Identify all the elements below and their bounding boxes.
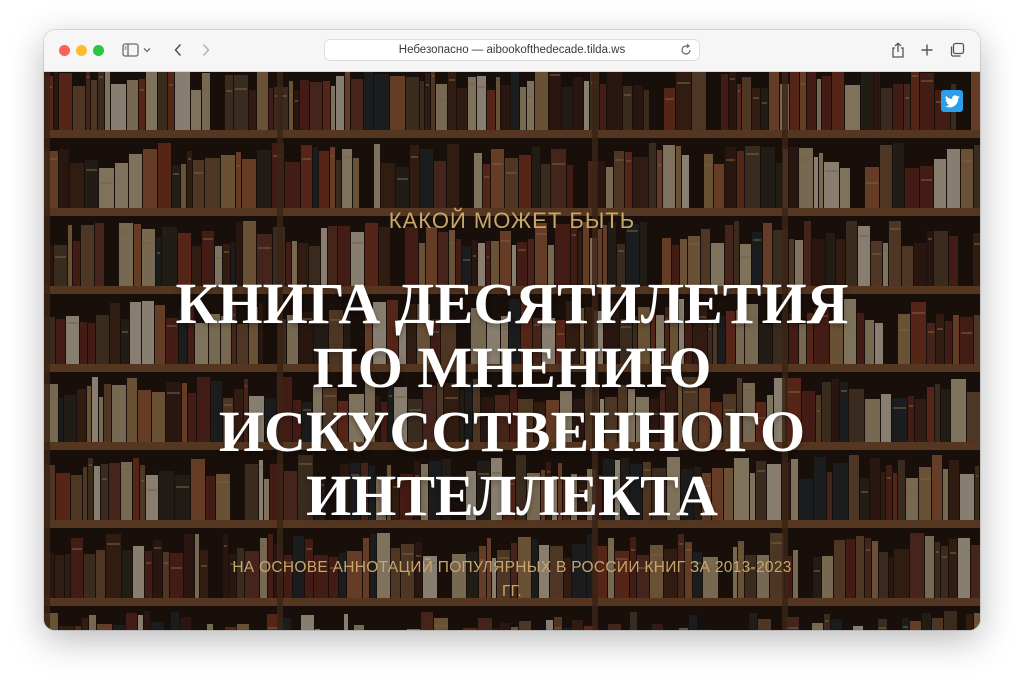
headline-line-2: ПО МНЕНИЮ (312, 335, 712, 400)
close-window-button[interactable] (59, 45, 70, 56)
headline-line-1: КНИГА ДЕСЯТИЛЕТИЯ (175, 271, 849, 336)
browser-window: Небезопасно — aibookofthedecade.tilda.ws… (44, 30, 980, 630)
twitter-icon[interactable] (941, 90, 963, 112)
forward-icon[interactable] (196, 40, 216, 60)
zoom-window-button[interactable] (93, 45, 104, 56)
minimize-window-button[interactable] (76, 45, 87, 56)
headline-line-3: ИСКУССТВЕННОГО (218, 399, 806, 464)
headline-line-4: ИНТЕЛЛЕКТА (306, 463, 718, 528)
hero-section: КАКОЙ МОЖЕТ БЫТЬ КНИГА ДЕСЯТИЛЕТИЯ ПО МН… (44, 72, 980, 630)
share-icon[interactable] (888, 40, 908, 60)
reload-icon[interactable] (679, 43, 693, 60)
address-text: Небезопасно — aibookofthedecade.tilda.ws (398, 44, 626, 56)
browser-toolbar: Небезопасно — aibookofthedecade.tilda.ws (44, 30, 980, 72)
sidebar-icon[interactable] (120, 40, 140, 60)
hero-eyebrow: КАКОЙ МОЖЕТ БЫТЬ (388, 208, 636, 233)
back-icon[interactable] (168, 40, 188, 60)
plus-icon[interactable] (917, 40, 937, 60)
hero-subtitle: НА ОСНОВЕ АННОТАЦИЙ ПОПУЛЯРНЫХ В РОССИИ … (232, 559, 792, 600)
chevron-down-icon[interactable] (141, 40, 153, 60)
address-bar[interactable]: Небезопасно — aibookofthedecade.tilda.ws (324, 39, 700, 61)
hero-headline: КНИГА ДЕСЯТИЛЕТИЯ ПО МНЕНИЮ ИСКУССТВЕННО… (104, 272, 920, 528)
tabs-icon[interactable] (947, 40, 967, 60)
